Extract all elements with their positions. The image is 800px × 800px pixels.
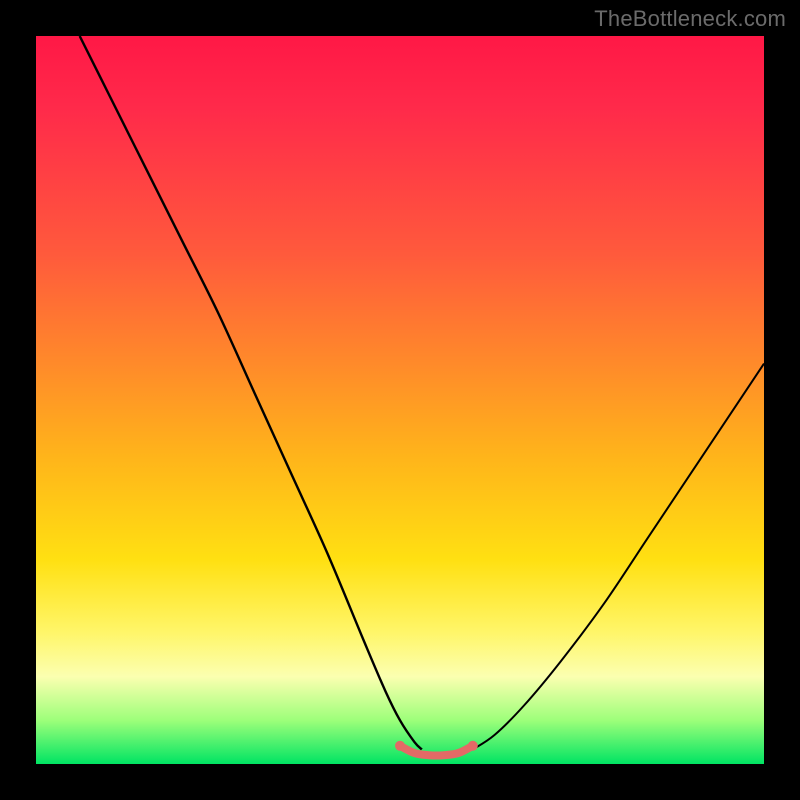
valley-left-dot [395,741,405,751]
valley-floor-segment [400,746,473,756]
watermark-text: TheBottleneck.com [594,6,786,32]
chart-frame: TheBottleneck.com [0,0,800,800]
curve-right-branch [473,364,764,750]
curve-layer [36,36,764,764]
plot-area [36,36,764,764]
curve-left-branch [80,36,422,749]
valley-right-dot [468,741,478,751]
